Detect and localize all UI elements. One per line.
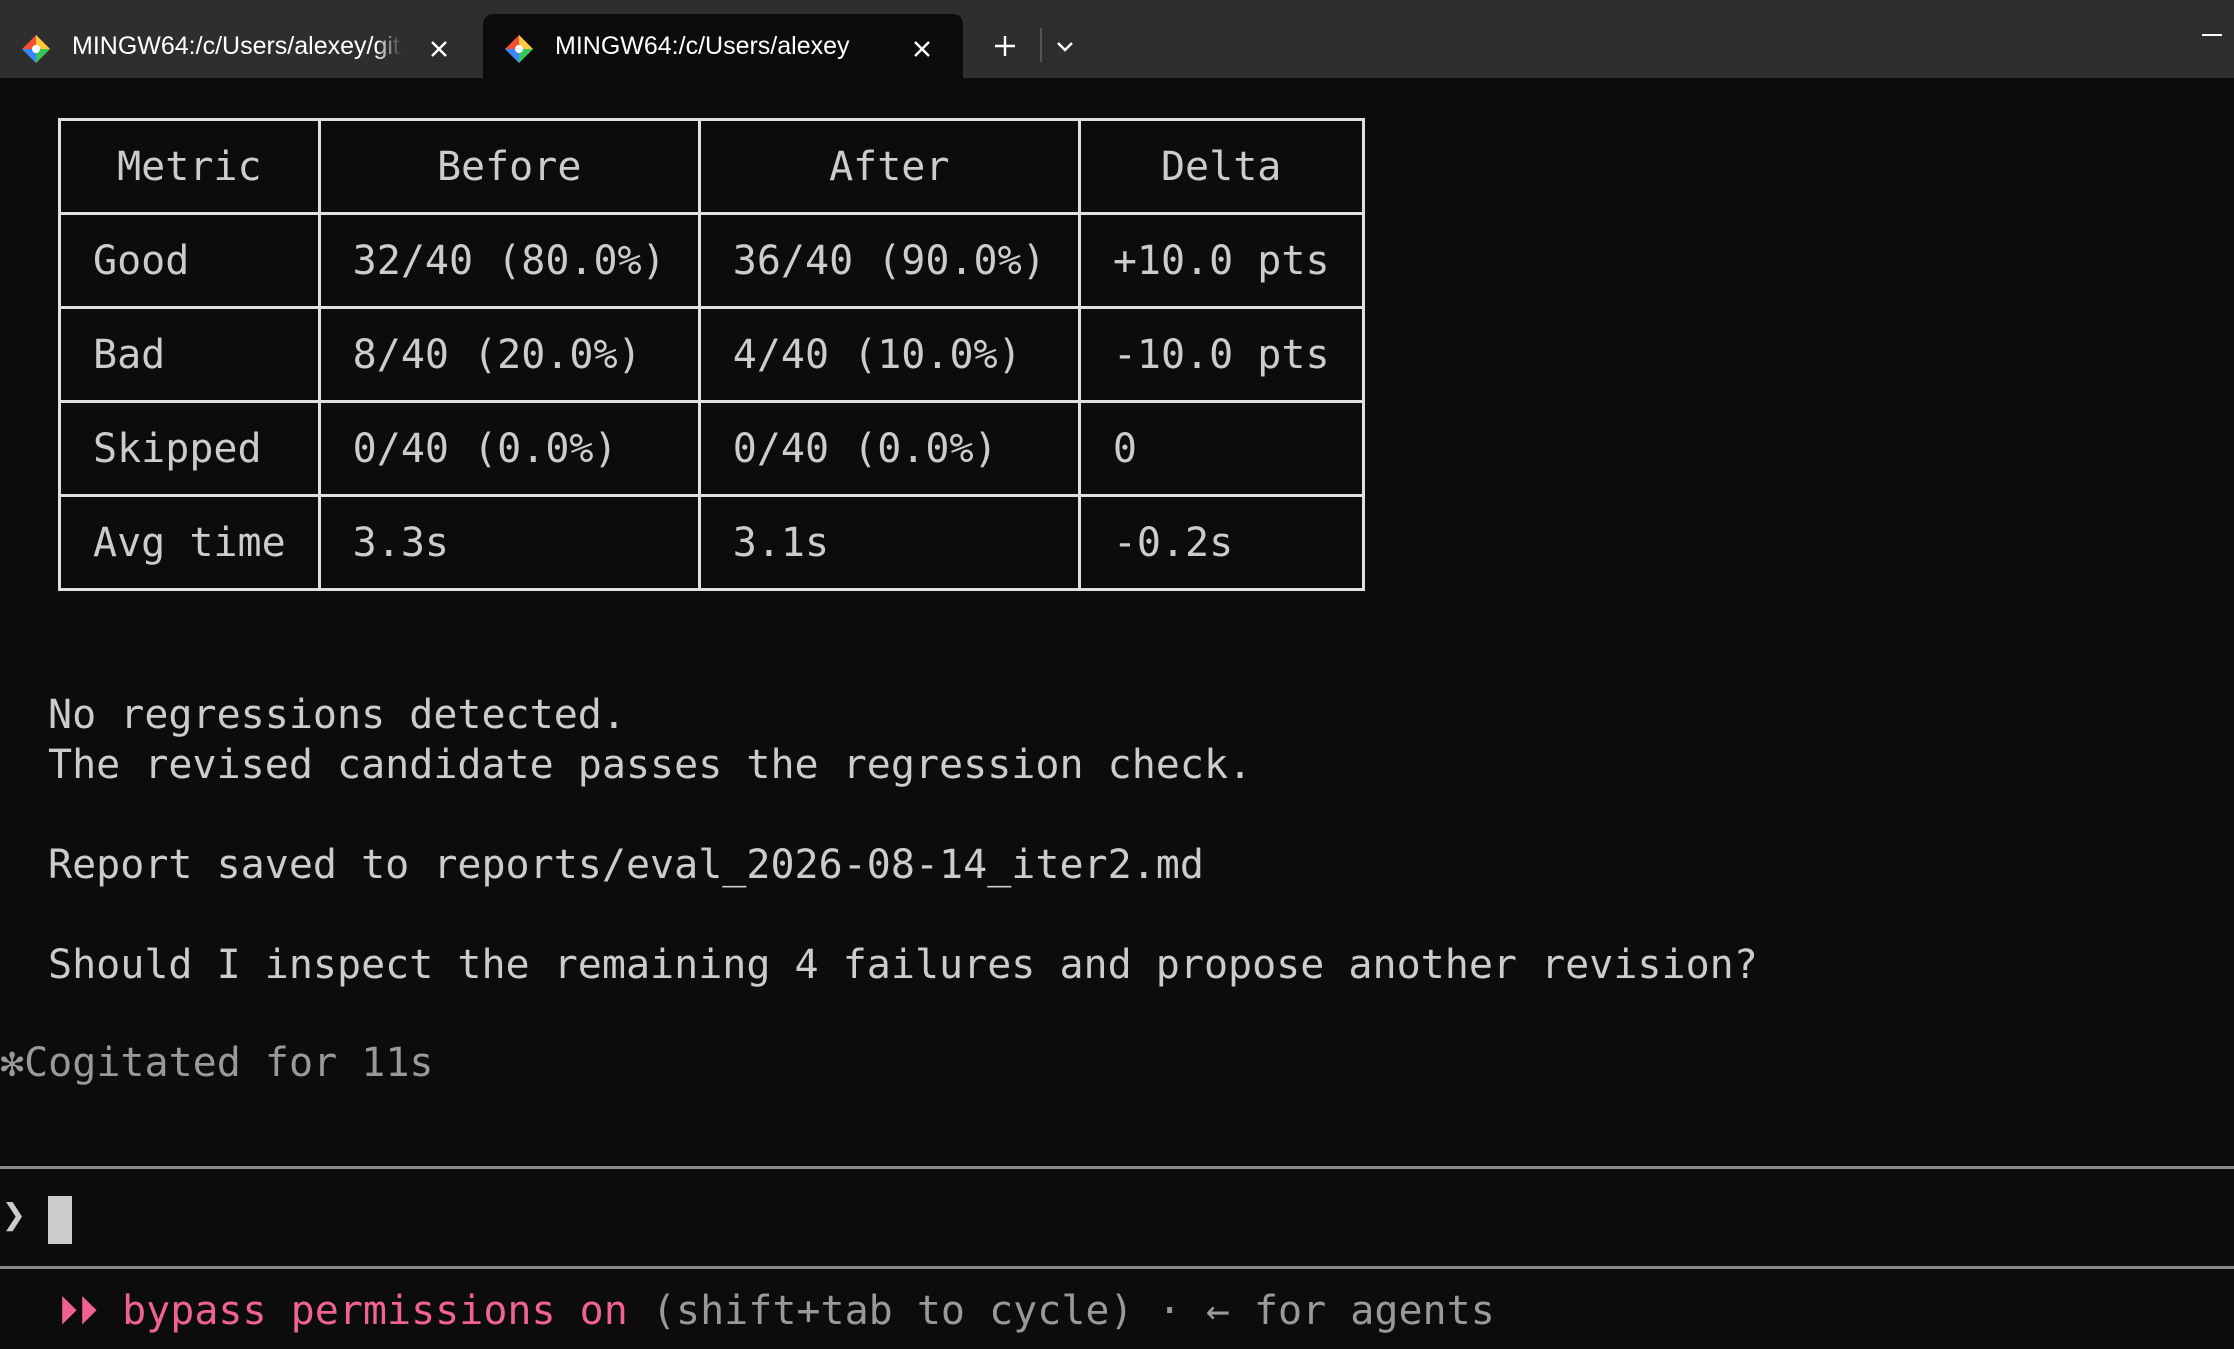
output-line-report-saved: Report saved to reports/eval_2026-08-14_… (48, 842, 1204, 888)
tab-bar: MINGW64:/c/Users/alexey/git/ MINGW64:/c/… (0, 0, 2234, 78)
status-text: Cogitated for 11s (24, 1040, 434, 1086)
output-line-passes-check: The revised candidate passes the regress… (48, 742, 1253, 788)
terminal-output[interactable]: Metric Before After Delta Good 32/40 (80… (0, 78, 2234, 1349)
table-cell: 3.3s (317, 494, 701, 591)
table-row: Skipped 0/40 (0.0%) 0/40 (0.0%) 0 (58, 400, 1365, 497)
table-cell: Bad (58, 306, 321, 403)
table-cell: -10.0 pts (1077, 306, 1365, 403)
minimize-icon[interactable] (2198, 20, 2226, 50)
table-row: Avg time 3.3s 3.1s -0.2s (58, 494, 1365, 591)
table-cell: 4/40 (10.0%) (697, 306, 1081, 403)
table-cell: Good (58, 212, 321, 309)
header-delta: Delta (1077, 118, 1365, 215)
header-after: After (697, 118, 1081, 215)
table-cell: 0/40 (0.0%) (697, 400, 1081, 497)
prompt-divider-top (0, 1166, 2234, 1169)
prompt-row[interactable]: ❯ (0, 1192, 2234, 1252)
mode-footer: ⏵⏵ bypass permissions on (shift+tab to c… (58, 1288, 1495, 1334)
plus-icon[interactable] (985, 26, 1025, 66)
header-metric: Metric (58, 118, 321, 215)
table-cell: Avg time (58, 494, 321, 591)
table-row: Bad 8/40 (20.0%) 4/40 (10.0%) -10.0 pts (58, 306, 1365, 403)
spinner-icon: ✻ (0, 1040, 25, 1086)
table-header-row: Metric Before After Delta (58, 118, 1365, 215)
table-cell: 0 (1077, 400, 1365, 497)
tab-title: MINGW64:/c/Users/alexey/git/ (72, 32, 402, 60)
tab-title: MINGW64:/c/Users/alexey (555, 32, 850, 60)
fast-forward-icon: ⏵⏵ (58, 1288, 98, 1334)
tab-mingw64-git[interactable]: MINGW64:/c/Users/alexey/git/ (0, 14, 480, 78)
tab-mingw64-home[interactable]: MINGW64:/c/Users/alexey (483, 14, 963, 78)
table-cell: -0.2s (1077, 494, 1365, 591)
git-bash-icon (22, 35, 50, 63)
table-cell: +10.0 pts (1077, 212, 1365, 309)
output-line-question: Should I inspect the remaining 4 failure… (48, 942, 1758, 988)
table-cell: 3.1s (697, 494, 1081, 591)
header-before: Before (317, 118, 701, 215)
text-cursor (48, 1196, 72, 1244)
close-icon[interactable] (905, 32, 939, 66)
close-icon[interactable] (422, 32, 456, 66)
table-cell: 0/40 (0.0%) (317, 400, 701, 497)
table-row: Good 32/40 (80.0%) 36/40 (90.0%) +10.0 p… (58, 212, 1365, 309)
prompt-divider-bottom (0, 1266, 2234, 1269)
tab-separator (1040, 28, 1042, 62)
mode-hint: (shift+tab to cycle) · ← for agents (651, 1288, 1495, 1334)
output-line-no-regressions: No regressions detected. (48, 692, 626, 738)
table-cell: 36/40 (90.0%) (697, 212, 1081, 309)
prompt-caret-icon: ❯ (2, 1192, 27, 1238)
status-line: ✻Cogitated for 11s (0, 1040, 434, 1086)
git-bash-icon (505, 35, 533, 63)
chevron-down-icon[interactable] (1047, 26, 1083, 66)
table-cell: 8/40 (20.0%) (317, 306, 701, 403)
prompt-input[interactable] (80, 1192, 2184, 1246)
permission-mode-label[interactable]: bypass permissions on (122, 1288, 628, 1334)
table-cell: Skipped (58, 400, 321, 497)
table-cell: 32/40 (80.0%) (317, 212, 701, 309)
metrics-table: Metric Before After Delta Good 32/40 (80… (58, 118, 1365, 591)
